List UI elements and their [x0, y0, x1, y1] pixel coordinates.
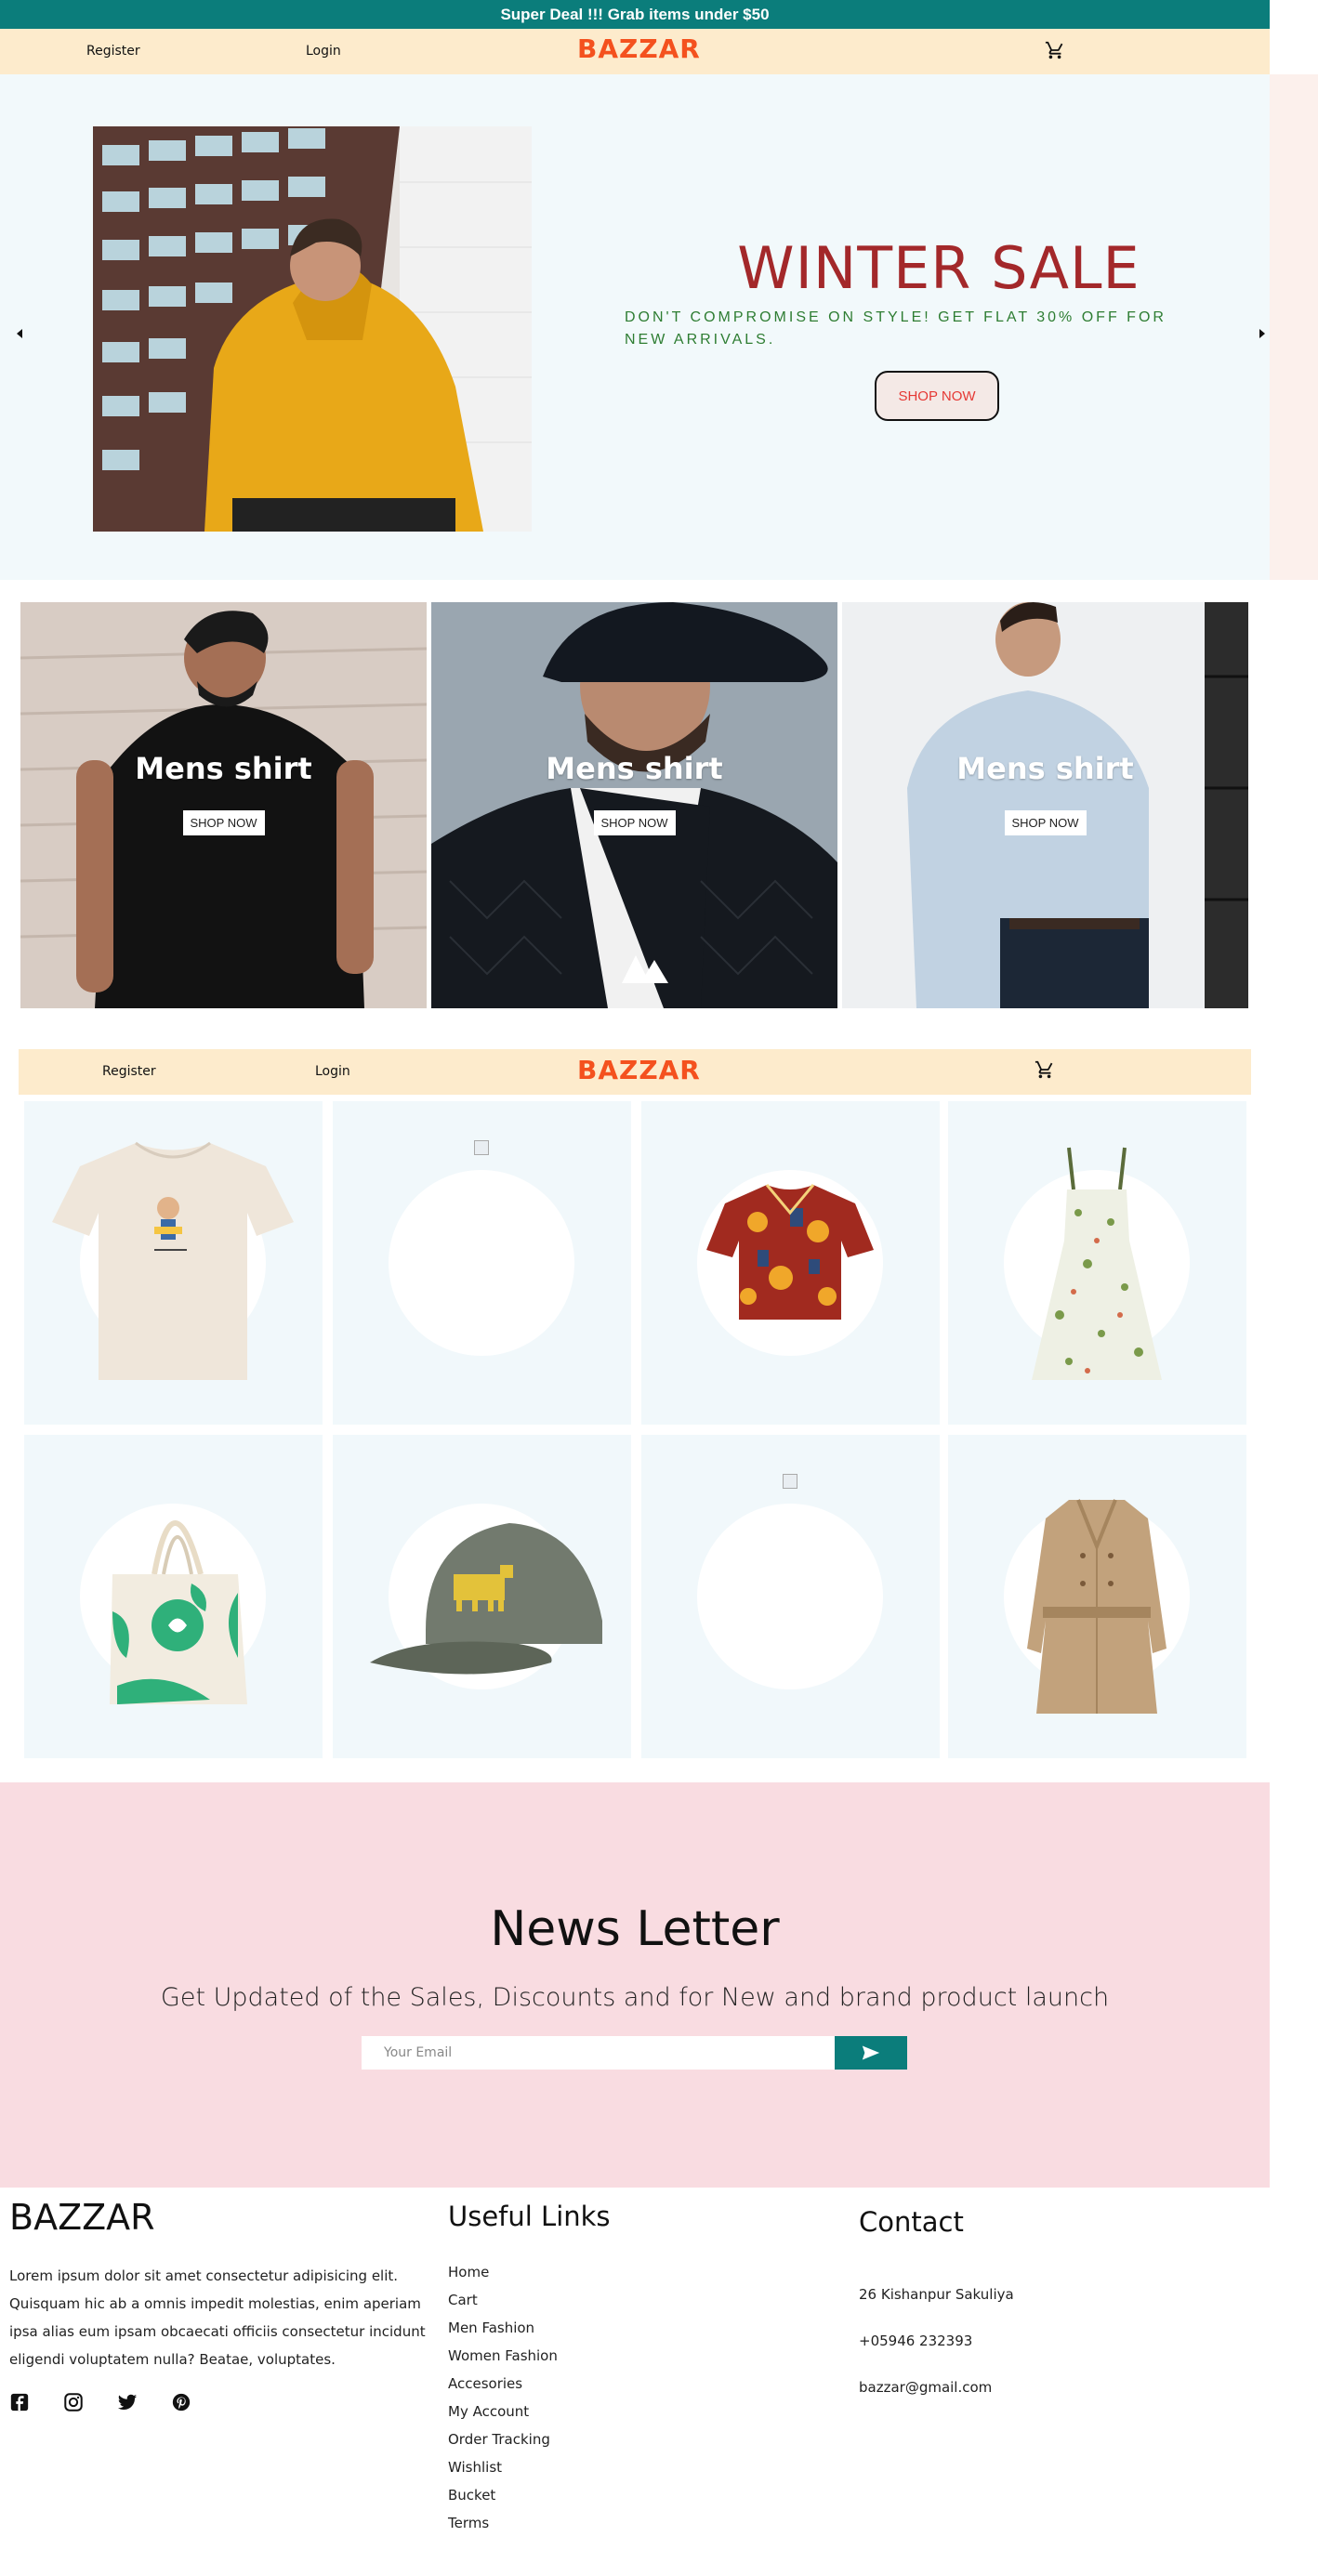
facebook-icon[interactable] — [9, 2392, 30, 2412]
newsletter-send-button[interactable] — [835, 2036, 907, 2070]
product-card-hawaiian-shirt[interactable] — [641, 1101, 940, 1425]
newsletter-subtitle: Get Updated of the Sales, Discounts and … — [160, 1983, 1110, 2012]
footer-link-wishlist[interactable]: Wishlist — [448, 2459, 502, 2476]
hero-title: WINTER SALE — [737, 234, 1140, 302]
promo-text: Super Deal !!! Grab items under $50 — [500, 5, 770, 23]
twitter-icon[interactable] — [117, 2392, 138, 2412]
category-image — [20, 602, 427, 1008]
shirt-image — [706, 1184, 874, 1320]
product-card-missing-image[interactable] — [333, 1101, 631, 1425]
category-title: Mens shirt — [546, 751, 723, 786]
login-link[interactable]: Login — [315, 1064, 350, 1079]
login-link[interactable]: Login — [306, 44, 341, 59]
tshirt-image — [52, 1141, 294, 1380]
footer-contact-heading: Contact — [859, 2206, 964, 2238]
brand-logo[interactable]: BAZZAR — [577, 1055, 701, 1085]
cart-icon[interactable] — [1035, 1059, 1055, 1080]
category-shop-now-button[interactable]: SHOP NOW — [593, 810, 676, 835]
product-circle — [389, 1170, 574, 1356]
send-icon — [862, 2045, 880, 2060]
category-card[interactable]: Mens shirt SHOP NOW — [431, 602, 837, 1008]
footer-brand: BAZZAR — [9, 2197, 155, 2238]
instagram-icon[interactable] — [63, 2392, 84, 2412]
pinterest-icon[interactable] — [171, 2392, 191, 2412]
hero-shop-now-button[interactable]: SHOP NOW — [875, 371, 999, 421]
hero-subtitle: DON'T COMPROMISE ON STYLE! GET FLAT 30% … — [625, 309, 1166, 348]
product-card-missing-image[interactable] — [641, 1435, 940, 1758]
footer-address: 26 Kishanpur Sakuliya — [859, 2286, 1014, 2303]
product-card-cap[interactable] — [333, 1435, 631, 1758]
arrow-right-icon[interactable] — [1259, 329, 1265, 338]
top-navbar: Register Login BAZZAR — [0, 29, 1270, 74]
hero-next-slide-peek — [1270, 74, 1318, 580]
footer-about-text: Lorem ipsum dolor sit amet consectetur a… — [9, 2267, 426, 2368]
footer-phone: +05946 232393 — [859, 2333, 973, 2349]
footer-link-bucket[interactable]: Bucket — [448, 2487, 495, 2504]
newsletter-email-input[interactable] — [362, 2036, 835, 2070]
category-card[interactable]: Mens shirt SHOP NOW — [842, 602, 1248, 1008]
product-card-tote-bag[interactable] — [24, 1435, 323, 1758]
newsletter-title: News Letter — [490, 1901, 780, 1957]
cart-icon[interactable] — [1045, 40, 1065, 60]
arrow-left-icon[interactable] — [17, 329, 22, 338]
category-image — [842, 602, 1248, 1008]
footer-link-order-tracking[interactable]: Order Tracking — [448, 2431, 550, 2448]
category-shop-now-button[interactable]: SHOP NOW — [182, 810, 265, 835]
hero-image — [93, 126, 532, 532]
category-shop-now-button[interactable]: SHOP NOW — [1004, 810, 1087, 835]
cap-image — [370, 1523, 602, 1675]
footer-link-women-fashion[interactable]: Women Fashion — [448, 2347, 558, 2364]
category-title: Mens shirt — [135, 751, 312, 786]
trench-coat-image — [1027, 1499, 1166, 1714]
category-title: Mens shirt — [956, 751, 1134, 786]
footer-links-heading: Useful Links — [448, 2201, 611, 2232]
dress-image — [1032, 1147, 1162, 1380]
footer-link-men-fashion[interactable]: Men Fashion — [448, 2320, 534, 2336]
footer-email: bazzar@gmail.com — [859, 2379, 993, 2396]
footer-link-my-account[interactable]: My Account — [448, 2403, 529, 2420]
promo-bar: Super Deal !!! Grab items under $50 — [0, 0, 1270, 29]
category-image — [431, 602, 837, 1008]
product-card-tshirt[interactable] — [24, 1101, 323, 1425]
tote-bag-image — [110, 1520, 247, 1704]
footer-link-home[interactable]: Home — [448, 2264, 489, 2280]
footer-link-cart[interactable]: Cart — [448, 2292, 478, 2308]
broken-image-icon — [783, 1474, 797, 1489]
footer-link-accessories[interactable]: Accesories — [448, 2375, 522, 2392]
brand-logo[interactable]: BAZZAR — [577, 33, 701, 64]
register-link[interactable]: Register — [102, 1064, 156, 1079]
register-link[interactable]: Register — [86, 44, 140, 59]
secondary-navbar: Register Login BAZZAR — [19, 1049, 1251, 1095]
product-card-trench-coat[interactable] — [948, 1435, 1246, 1758]
product-circle — [697, 1504, 883, 1689]
footer-link-terms[interactable]: Terms — [448, 2515, 489, 2531]
product-card-dress[interactable] — [948, 1101, 1246, 1425]
category-card[interactable]: Mens shirt SHOP NOW — [20, 602, 427, 1008]
broken-image-icon — [474, 1140, 489, 1155]
